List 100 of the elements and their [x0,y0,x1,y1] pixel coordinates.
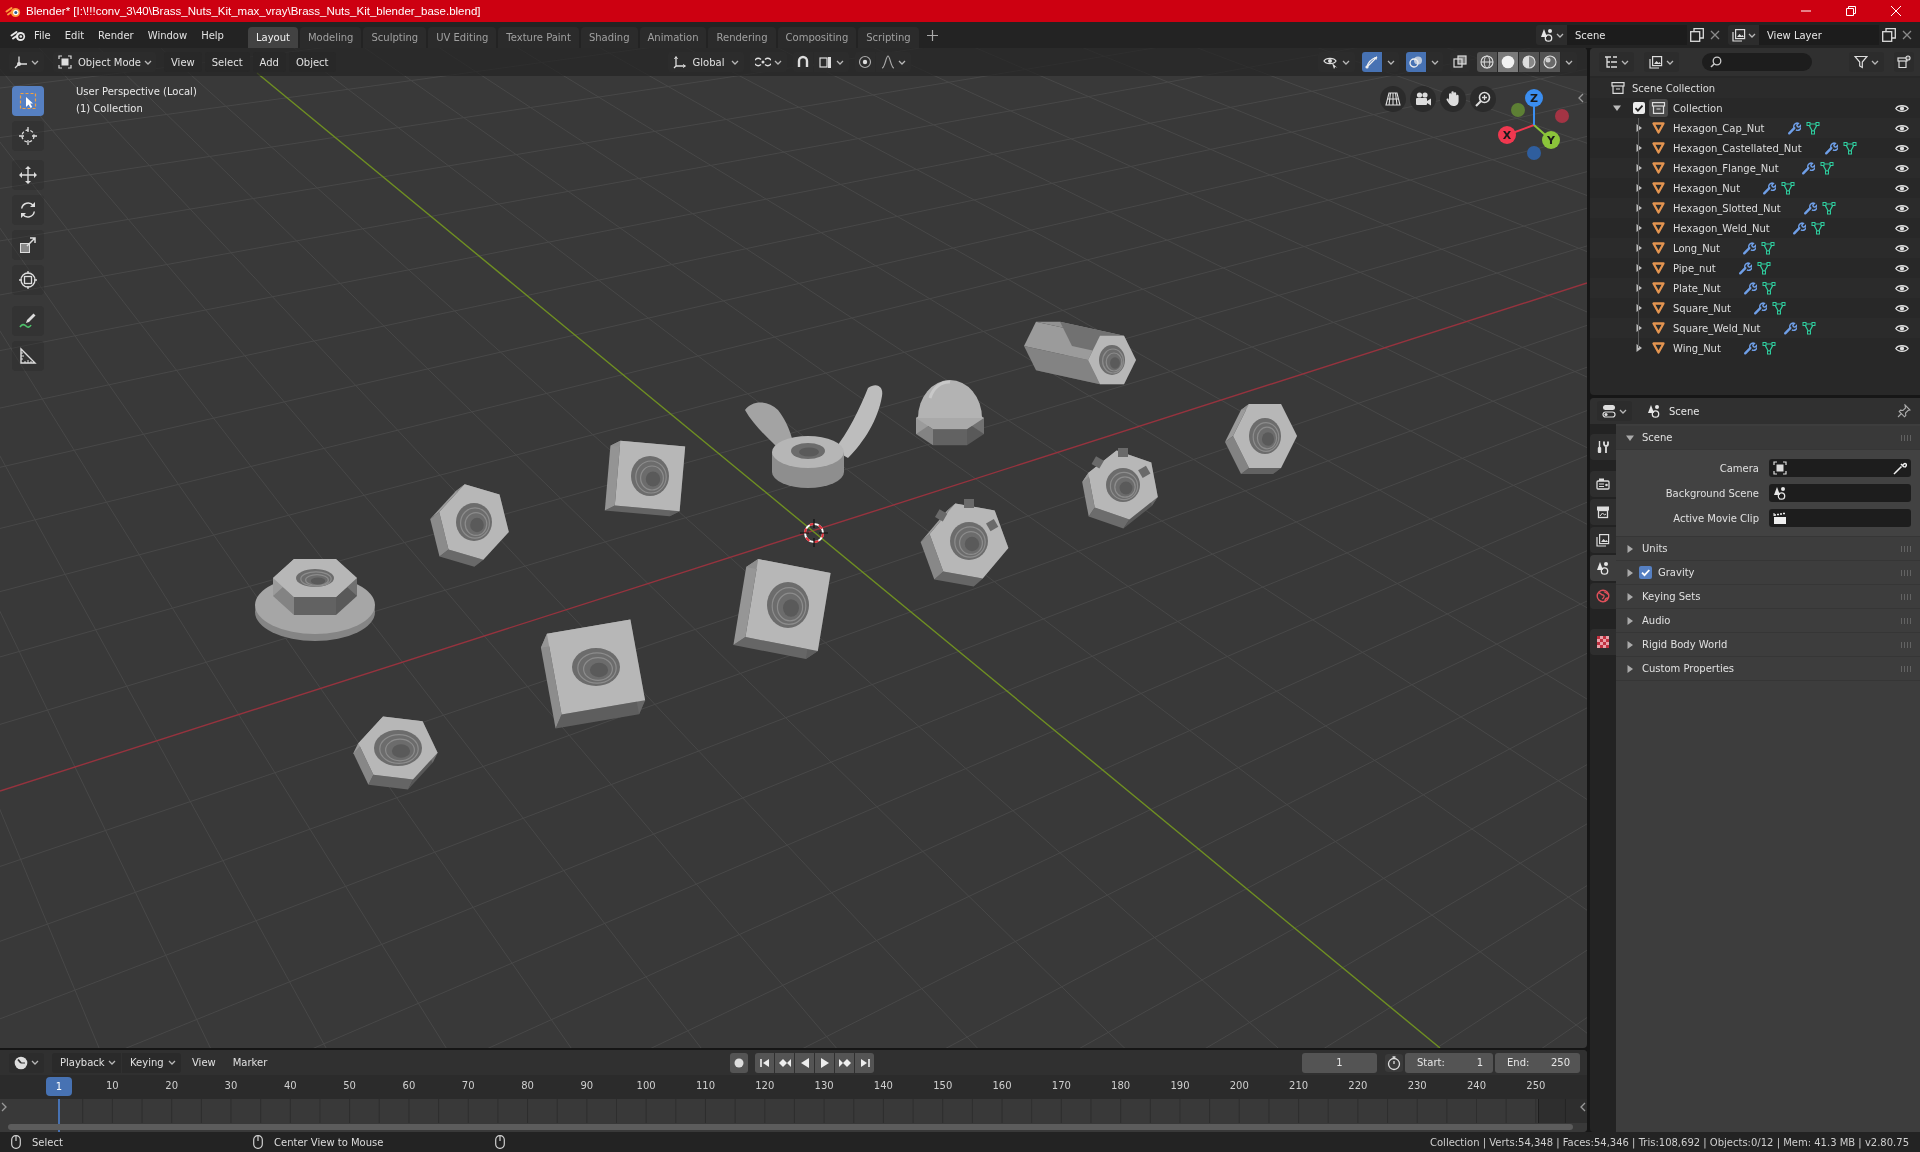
display-mode-dropdown[interactable] [1644,52,1679,72]
end-frame-field[interactable]: End: 250 [1495,1052,1580,1073]
y-axis-handle[interactable]: Y [1533,124,1560,149]
camera-icon[interactable] [1410,86,1436,112]
menu-item[interactable]: File [27,25,58,45]
tool-button[interactable] [12,265,44,295]
horizontal-scrollbar[interactable] [8,1124,1573,1130]
mesh-data-icon[interactable] [1781,181,1796,195]
menu-item[interactable]: Window [140,25,195,45]
workspace-tab[interactable]: Texture Paint [498,27,579,48]
restore-icon[interactable] [1846,6,1856,16]
workspace-tab[interactable]: Modeling [299,27,362,48]
3d-cursor-icon[interactable] [799,518,829,548]
wrench-icon[interactable] [1752,301,1767,315]
menu-dropdown[interactable]: Keying [122,1052,181,1073]
tool-button[interactable] [12,306,44,336]
shading-mode-button[interactable] [1498,52,1518,72]
properties-tab[interactable] [1590,434,1616,460]
expand-arrow-icon[interactable] [1635,204,1643,212]
pin-icon[interactable] [1897,404,1911,418]
eye-icon[interactable] [1895,183,1909,193]
zoom-icon[interactable] [1470,86,1496,112]
view-layer-name-field[interactable]: View Layer [1759,25,1879,45]
workspace-tab[interactable]: Shading [580,27,638,48]
scene-name-field[interactable]: Scene [1567,25,1687,45]
play-button[interactable] [815,1052,835,1073]
movie-clip-field[interactable] [1769,509,1911,527]
search-field[interactable] [1702,53,1812,71]
expand-arrow-icon[interactable] [1613,104,1621,112]
properties-tab[interactable] [1590,527,1616,553]
menu-item[interactable]: View [164,52,202,72]
menu-item[interactable]: Marker [225,1052,275,1073]
mesh-data-icon[interactable] [1760,241,1775,255]
expand-arrow-icon[interactable] [1635,284,1643,292]
drag-handle-icon[interactable] [1900,434,1911,441]
jump-to-start-button[interactable] [755,1052,775,1073]
editor-type-button[interactable] [1597,401,1632,421]
auto-keying-button[interactable] [730,1052,749,1073]
expand-arrow-icon[interactable] [1626,616,1634,625]
workspace-tab[interactable]: Layout [247,27,298,48]
panel-header[interactable]: Scene [1616,426,1920,450]
filter-dropdown[interactable] [1849,52,1884,72]
expand-arrow-icon[interactable] [1626,568,1634,577]
blender-logo-icon[interactable] [10,28,26,42]
mesh-data-icon[interactable] [1819,161,1834,175]
eye-icon[interactable] [1895,123,1909,133]
3d-viewport[interactable]: X Y Z Object Mode View Select Add Object Global User Perspective (Local) (1) Collection [0,48,1587,1048]
overlays-toggle[interactable] [1406,52,1426,72]
eye-icon[interactable] [1895,323,1909,333]
workspace-tab[interactable]: Animation [639,27,707,48]
x-axis-handle[interactable]: X [1498,124,1535,144]
expand-arrow-icon[interactable] [1635,324,1643,332]
shading-mode-button[interactable] [1477,52,1497,72]
wrench-icon[interactable] [1823,141,1838,155]
mesh-data-icon[interactable] [1771,301,1786,315]
expand-arrow-icon[interactable] [1626,664,1634,673]
menu-dropdown[interactable]: Playback [52,1052,121,1073]
close-icon[interactable] [1710,30,1720,40]
eye-icon[interactable] [1895,203,1909,213]
drag-handle-icon[interactable] [1900,665,1911,672]
expand-arrow-icon[interactable] [1635,224,1643,232]
tool-button[interactable] [12,86,44,116]
eye-icon[interactable] [1895,103,1909,113]
checkbox-icon[interactable] [1633,102,1645,114]
menu-item[interactable]: View [185,1052,223,1073]
expand-arrow-icon[interactable] [1635,144,1643,152]
mesh-data-icon[interactable] [1805,121,1820,135]
eye-icon[interactable] [1895,283,1909,293]
gizmo-toggle[interactable] [1362,52,1382,72]
wrench-icon[interactable] [1782,321,1797,335]
menu-item[interactable]: Help [194,25,231,45]
stopwatch-icon[interactable] [1385,1053,1403,1072]
eye-icon[interactable] [1895,223,1909,233]
wrench-icon[interactable] [1791,221,1806,235]
drag-handle-icon[interactable] [1900,593,1911,600]
expand-arrow-icon[interactable] [1626,640,1634,649]
properties-tab[interactable] [1590,555,1616,581]
properties-tab[interactable] [1590,499,1616,525]
expand-arrow-icon[interactable] [1635,244,1643,252]
tool-button[interactable] [12,160,44,190]
wrench-icon[interactable] [1741,241,1756,255]
mesh-data-icon[interactable] [1821,201,1836,215]
tool-button[interactable] [12,341,44,371]
wrench-icon[interactable] [1802,201,1817,215]
workspace-tab[interactable]: Rendering [708,27,776,48]
expand-arrow-icon[interactable] [1635,184,1643,192]
mesh-data-icon[interactable] [1756,261,1771,275]
negative-axis-handle[interactable] [1555,109,1569,123]
new-collection-button[interactable] [1894,52,1914,72]
workspace-tab[interactable]: Compositing [777,27,857,48]
mesh-data-icon[interactable] [1761,341,1776,355]
next-keyframe-button[interactable] [835,1052,855,1073]
expand-arrow-icon[interactable] [1626,433,1634,442]
copy-icon[interactable] [1690,28,1704,42]
grid-icon[interactable] [1380,86,1406,112]
play-reverse-button[interactable] [795,1052,815,1073]
wrench-icon[interactable] [1786,121,1801,135]
mesh-data-icon[interactable] [1842,141,1857,155]
jump-to-end-button[interactable] [855,1052,875,1073]
hand-icon[interactable] [1440,86,1466,112]
